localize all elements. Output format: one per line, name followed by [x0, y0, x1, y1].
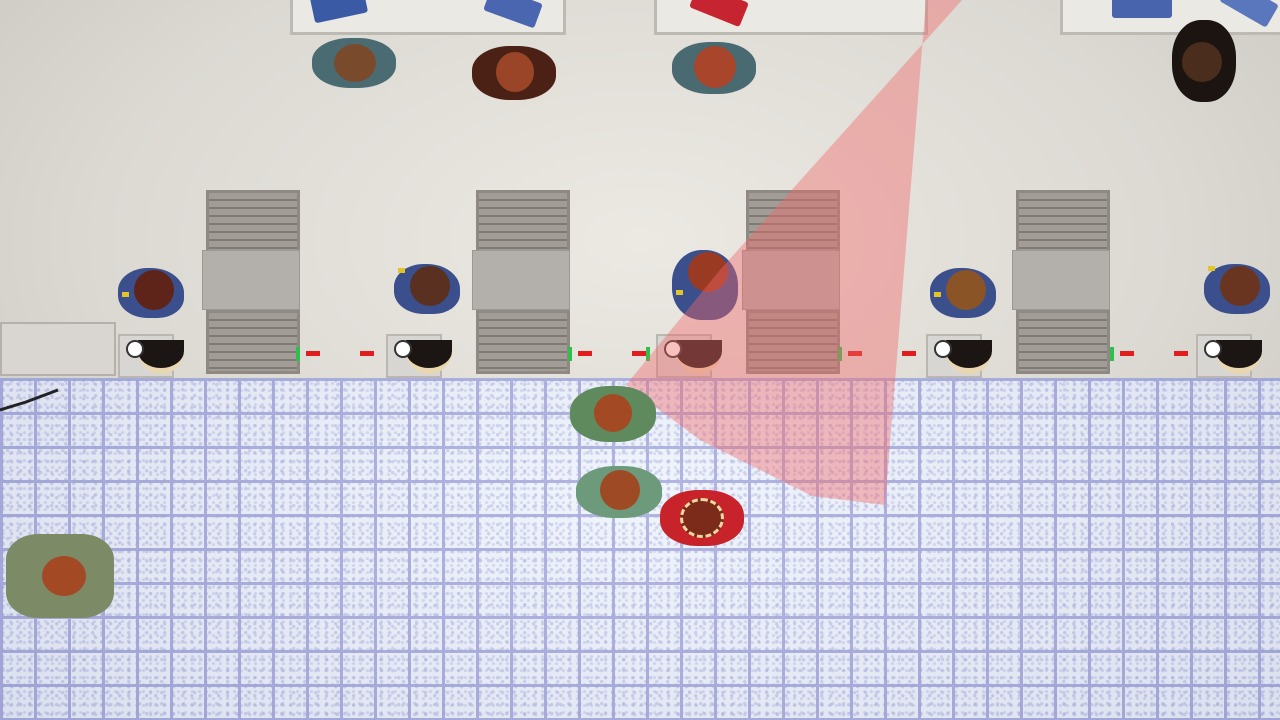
turnstile-grill: [206, 190, 300, 254]
badge-icon: [1208, 266, 1215, 271]
npc-head: [42, 556, 86, 596]
guard-head: [1220, 266, 1260, 306]
npc-soldier[interactable]: [6, 534, 114, 618]
guard-1[interactable]: [112, 262, 192, 322]
turnstile-top: [742, 250, 840, 310]
laser-emitter-icon: [838, 347, 842, 361]
laser-gate: [838, 347, 918, 361]
npc-head: [1182, 42, 1222, 82]
turnstile-1[interactable]: [202, 190, 300, 378]
guard-2[interactable]: [388, 258, 468, 318]
turnstile-grill: [476, 310, 570, 374]
npc-head: [694, 46, 736, 88]
turnstile-3[interactable]: [742, 190, 840, 378]
guard-head: [410, 266, 450, 306]
guard-head: [688, 252, 728, 292]
npc-head: [334, 44, 376, 82]
npc-civilian-1[interactable]: [312, 38, 396, 88]
npc-civilian-3[interactable]: [672, 42, 756, 94]
scanner-station[interactable]: [926, 330, 1006, 378]
laser-beam-icon: [360, 351, 374, 356]
turnstile-grill: [746, 310, 840, 374]
badge-icon: [122, 292, 129, 297]
guard-4[interactable]: [924, 262, 1004, 322]
guard-3[interactable]: [666, 244, 746, 320]
turnstile-grill: [1016, 310, 1110, 374]
scanner-light-icon: [934, 340, 952, 358]
npc-head: [594, 394, 632, 432]
turnstile-top: [1012, 250, 1110, 310]
player-head: [680, 498, 724, 538]
badge-icon: [676, 290, 683, 295]
laser-beam-icon: [306, 351, 320, 356]
turnstile-grill: [1016, 190, 1110, 254]
laser-emitter-icon: [1110, 347, 1114, 361]
laser-emitter-icon: [646, 347, 650, 361]
turnstile-top: [202, 250, 300, 310]
guard-head: [134, 270, 174, 310]
npc-head: [496, 52, 534, 92]
laser-beam-icon: [1174, 351, 1188, 356]
crack-decal: [0, 388, 59, 412]
npc-civilian-4[interactable]: [570, 386, 656, 442]
turnstile-top: [472, 250, 570, 310]
laser-beam-icon: [848, 351, 862, 356]
badge-icon: [398, 268, 405, 273]
npc-civilian-5[interactable]: [576, 466, 662, 518]
wall-segment: [0, 322, 116, 376]
laser-beam-icon: [578, 351, 592, 356]
laser-emitter-icon: [296, 347, 300, 361]
turnstile-4[interactable]: [1012, 190, 1110, 378]
scanner-light-icon: [1204, 340, 1222, 358]
game-scene[interactable]: [0, 0, 1280, 720]
laser-beam-icon: [634, 351, 646, 356]
laser-beam-icon: [902, 351, 916, 356]
badge-icon: [934, 292, 941, 297]
scanner-station[interactable]: [118, 330, 198, 378]
scanner-station[interactable]: [1196, 330, 1276, 378]
guard-5[interactable]: [1198, 258, 1278, 318]
scanner-station[interactable]: [386, 330, 466, 378]
player-character[interactable]: [660, 490, 744, 546]
turnstile-grill: [206, 310, 300, 374]
npc-head: [600, 470, 640, 510]
laser-gate: [634, 347, 650, 361]
scanner-station[interactable]: [656, 330, 736, 378]
scanner-light-icon: [126, 340, 144, 358]
scanner-light-icon: [394, 340, 412, 358]
guard-head: [946, 270, 986, 310]
npc-civilian-2[interactable]: [472, 46, 556, 100]
turnstile-grill: [476, 190, 570, 254]
npc-dark-clothes[interactable]: [1172, 20, 1236, 102]
laser-gate: [296, 347, 376, 361]
laser-emitter-icon: [568, 347, 572, 361]
folder-icon[interactable]: [1112, 0, 1172, 18]
turnstile-2[interactable]: [472, 190, 570, 378]
laser-gate: [1110, 347, 1190, 361]
laser-beam-icon: [1120, 351, 1134, 356]
scanner-light-icon: [664, 340, 682, 358]
turnstile-grill: [746, 190, 840, 254]
